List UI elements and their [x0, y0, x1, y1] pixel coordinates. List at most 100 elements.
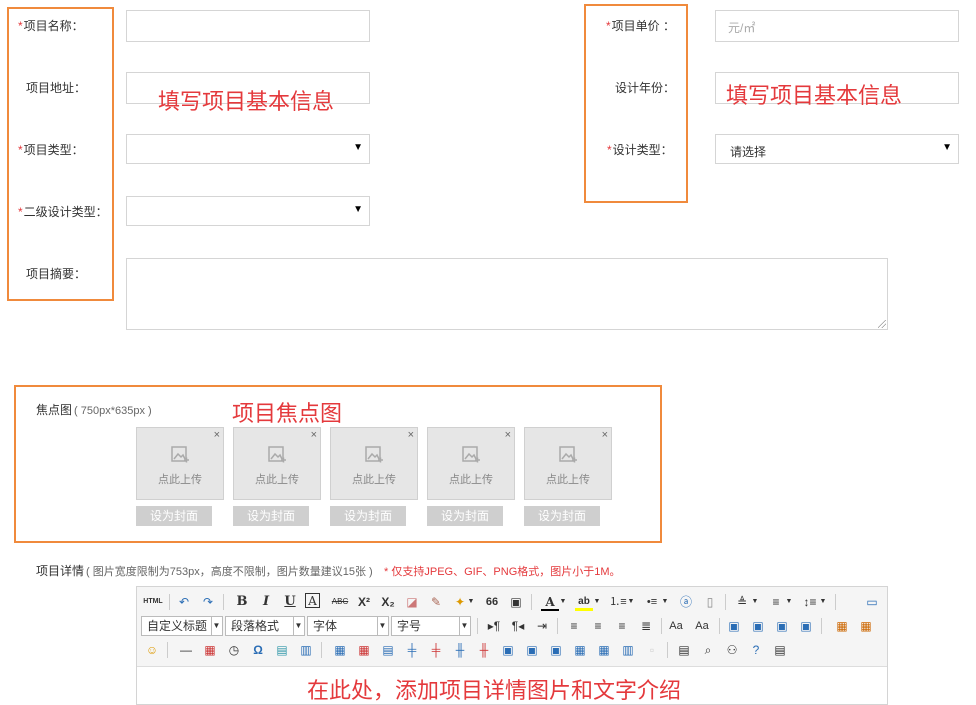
upload-slot[interactable]: × 点此上传: [330, 427, 418, 500]
set-cover-button[interactable]: 设为封面: [233, 506, 309, 526]
format-brush-icon[interactable]: ✎: [427, 593, 445, 611]
resize-handle-icon[interactable]: [878, 320, 886, 328]
insert-table-icon[interactable]: ▦: [331, 641, 349, 659]
background-color-icon[interactable]: ab: [575, 593, 593, 611]
insert-col-icon[interactable]: ╫: [451, 641, 469, 659]
close-icon[interactable]: ×: [311, 429, 317, 441]
lowercase-icon[interactable]: Aa: [693, 617, 711, 635]
undo-icon[interactable]: ↶: [175, 593, 193, 611]
superscript-button[interactable]: X²: [355, 593, 373, 611]
design-type-select[interactable]: 请选择 ▼: [715, 134, 959, 164]
set-cover-button[interactable]: 设为封面: [136, 506, 212, 526]
merge-down-icon[interactable]: ▣: [547, 641, 565, 659]
insert-paragraph-icon[interactable]: ▤: [379, 641, 397, 659]
align-justify-icon[interactable]: ≣: [637, 617, 655, 635]
rtl-direction-icon[interactable]: ¶◂: [509, 617, 527, 635]
close-icon[interactable]: ×: [505, 429, 511, 441]
delete-row-icon[interactable]: ╪: [427, 641, 445, 659]
project-summary-textarea[interactable]: [126, 258, 888, 330]
chevron-down-icon[interactable]: ▼: [627, 593, 635, 611]
custom-heading-select[interactable]: 自定义标题 ▼: [141, 616, 223, 636]
project-type-select[interactable]: ▼: [126, 134, 370, 164]
subscript-button[interactable]: X₂: [379, 593, 397, 611]
image-center-icon[interactable]: ▣: [797, 617, 815, 635]
upload-slot[interactable]: × 点此上传: [136, 427, 224, 500]
help-icon[interactable]: ?: [747, 641, 765, 659]
font-color-button[interactable]: A: [541, 593, 559, 611]
blank-icon[interactable]: ▫: [643, 641, 661, 659]
document-icon[interactable]: ▯: [701, 593, 719, 611]
special-char-icon[interactable]: Ω: [249, 641, 267, 659]
link-icon[interactable]: ⓐ: [677, 593, 695, 611]
italic-button[interactable]: I: [257, 593, 275, 611]
merge-cells-icon[interactable]: ▣: [499, 641, 517, 659]
preview-icon[interactable]: ⌕: [699, 641, 717, 659]
chevron-down-icon[interactable]: ▼: [751, 593, 759, 611]
emoticon-icon[interactable]: ☺: [143, 641, 161, 659]
split-rows-icon[interactable]: ▦: [595, 641, 613, 659]
print-icon[interactable]: ▤: [675, 641, 693, 659]
indent-icon[interactable]: ⇥: [533, 617, 551, 635]
split-cells-icon[interactable]: ▦: [571, 641, 589, 659]
time-icon[interactable]: ◷: [225, 641, 243, 659]
row-spacing-icon[interactable]: ↕≡: [801, 593, 819, 611]
insert-image-icon[interactable]: ▦: [833, 617, 851, 635]
unordered-list-icon[interactable]: •≡: [643, 593, 661, 611]
align-left-icon[interactable]: ≡: [565, 617, 583, 635]
chevron-down-icon[interactable]: ▼: [785, 593, 793, 611]
chevron-down-icon[interactable]: ▼: [661, 593, 669, 611]
upload-slot[interactable]: × 点此上传: [427, 427, 515, 500]
delete-table-icon[interactable]: ▦: [355, 641, 373, 659]
word-image-icon[interactable]: ▥: [297, 641, 315, 659]
chevron-down-icon[interactable]: ▼: [467, 593, 475, 611]
chevron-down-icon[interactable]: ▼: [593, 593, 601, 611]
paragraph-spacing-icon[interactable]: ≡: [767, 593, 785, 611]
ltr-direction-icon[interactable]: ▸¶: [485, 617, 503, 635]
insert-row-icon[interactable]: ╪: [403, 641, 421, 659]
upload-slot[interactable]: × 点此上传: [233, 427, 321, 500]
redo-icon[interactable]: ↷: [199, 593, 217, 611]
underline-button[interactable]: U: [281, 593, 299, 611]
paragraph-format-select[interactable]: 段落格式 ▼: [225, 616, 305, 636]
clipboard-icon[interactable]: ▤: [771, 641, 789, 659]
split-cols-icon[interactable]: ▥: [619, 641, 637, 659]
chevron-down-icon[interactable]: ▼: [559, 593, 567, 611]
strikethrough-button[interactable]: ABC: [329, 593, 351, 611]
set-cover-button[interactable]: 设为封面: [330, 506, 406, 526]
date-icon[interactable]: ▦: [201, 641, 219, 659]
upload-slot[interactable]: × 点此上传: [524, 427, 612, 500]
ordered-list-icon[interactable]: ⒈≡: [609, 593, 627, 611]
blockquote-button[interactable]: 66: [483, 593, 501, 611]
multi-image-icon[interactable]: ▦: [857, 617, 875, 635]
close-icon[interactable]: ×: [602, 429, 608, 441]
line-height-icon[interactable]: ≜: [733, 593, 751, 611]
set-cover-button[interactable]: 设为封面: [427, 506, 503, 526]
font-family-select[interactable]: 字体 ▼: [307, 616, 389, 636]
rich-text-editor[interactable]: HTML ↶ ↷ B I U A ABC X² X₂ ◪ ✎ ✦ ▼ 66 ▣ …: [136, 586, 888, 705]
chevron-down-icon[interactable]: ▼: [819, 593, 827, 611]
image-float-none-icon[interactable]: ▣: [725, 617, 743, 635]
search-replace-icon[interactable]: ⚇: [723, 641, 741, 659]
horizontal-rule-icon[interactable]: —: [177, 641, 195, 659]
fullscreen-icon[interactable]: ▭: [863, 593, 881, 611]
paste-plain-icon[interactable]: ▣: [507, 593, 525, 611]
image-float-left-icon[interactable]: ▣: [749, 617, 767, 635]
secondary-design-type-select[interactable]: ▼: [126, 196, 370, 226]
close-icon[interactable]: ×: [214, 429, 220, 441]
uppercase-icon[interactable]: Aa: [667, 617, 685, 635]
font-size-select[interactable]: 字号 ▼: [391, 616, 471, 636]
align-right-icon[interactable]: ≡: [613, 617, 631, 635]
project-price-input[interactable]: 元/㎡: [715, 10, 959, 42]
close-icon[interactable]: ×: [408, 429, 414, 441]
set-cover-button[interactable]: 设为封面: [524, 506, 600, 526]
delete-col-icon[interactable]: ╫: [475, 641, 493, 659]
anchor-icon[interactable]: ▤: [273, 641, 291, 659]
align-center-icon[interactable]: ≡: [589, 617, 607, 635]
font-border-button[interactable]: A: [305, 593, 320, 608]
project-name-input[interactable]: [126, 10, 370, 42]
merge-right-icon[interactable]: ▣: [523, 641, 541, 659]
image-float-right-icon[interactable]: ▣: [773, 617, 791, 635]
bold-button[interactable]: B: [233, 593, 251, 611]
html-source-button[interactable]: HTML: [141, 593, 165, 611]
eraser-icon[interactable]: ◪: [403, 593, 421, 611]
